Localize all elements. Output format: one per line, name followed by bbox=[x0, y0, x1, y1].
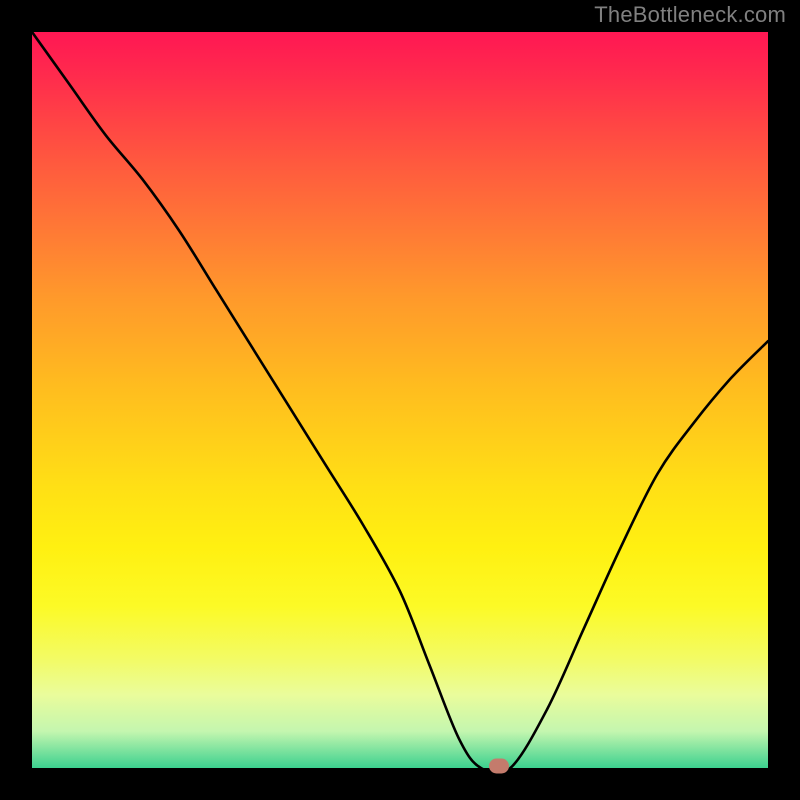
watermark-text: TheBottleneck.com bbox=[594, 2, 786, 28]
chart-plot-area bbox=[32, 32, 768, 768]
bottleneck-curve bbox=[32, 32, 768, 768]
optimum-marker bbox=[489, 758, 509, 773]
